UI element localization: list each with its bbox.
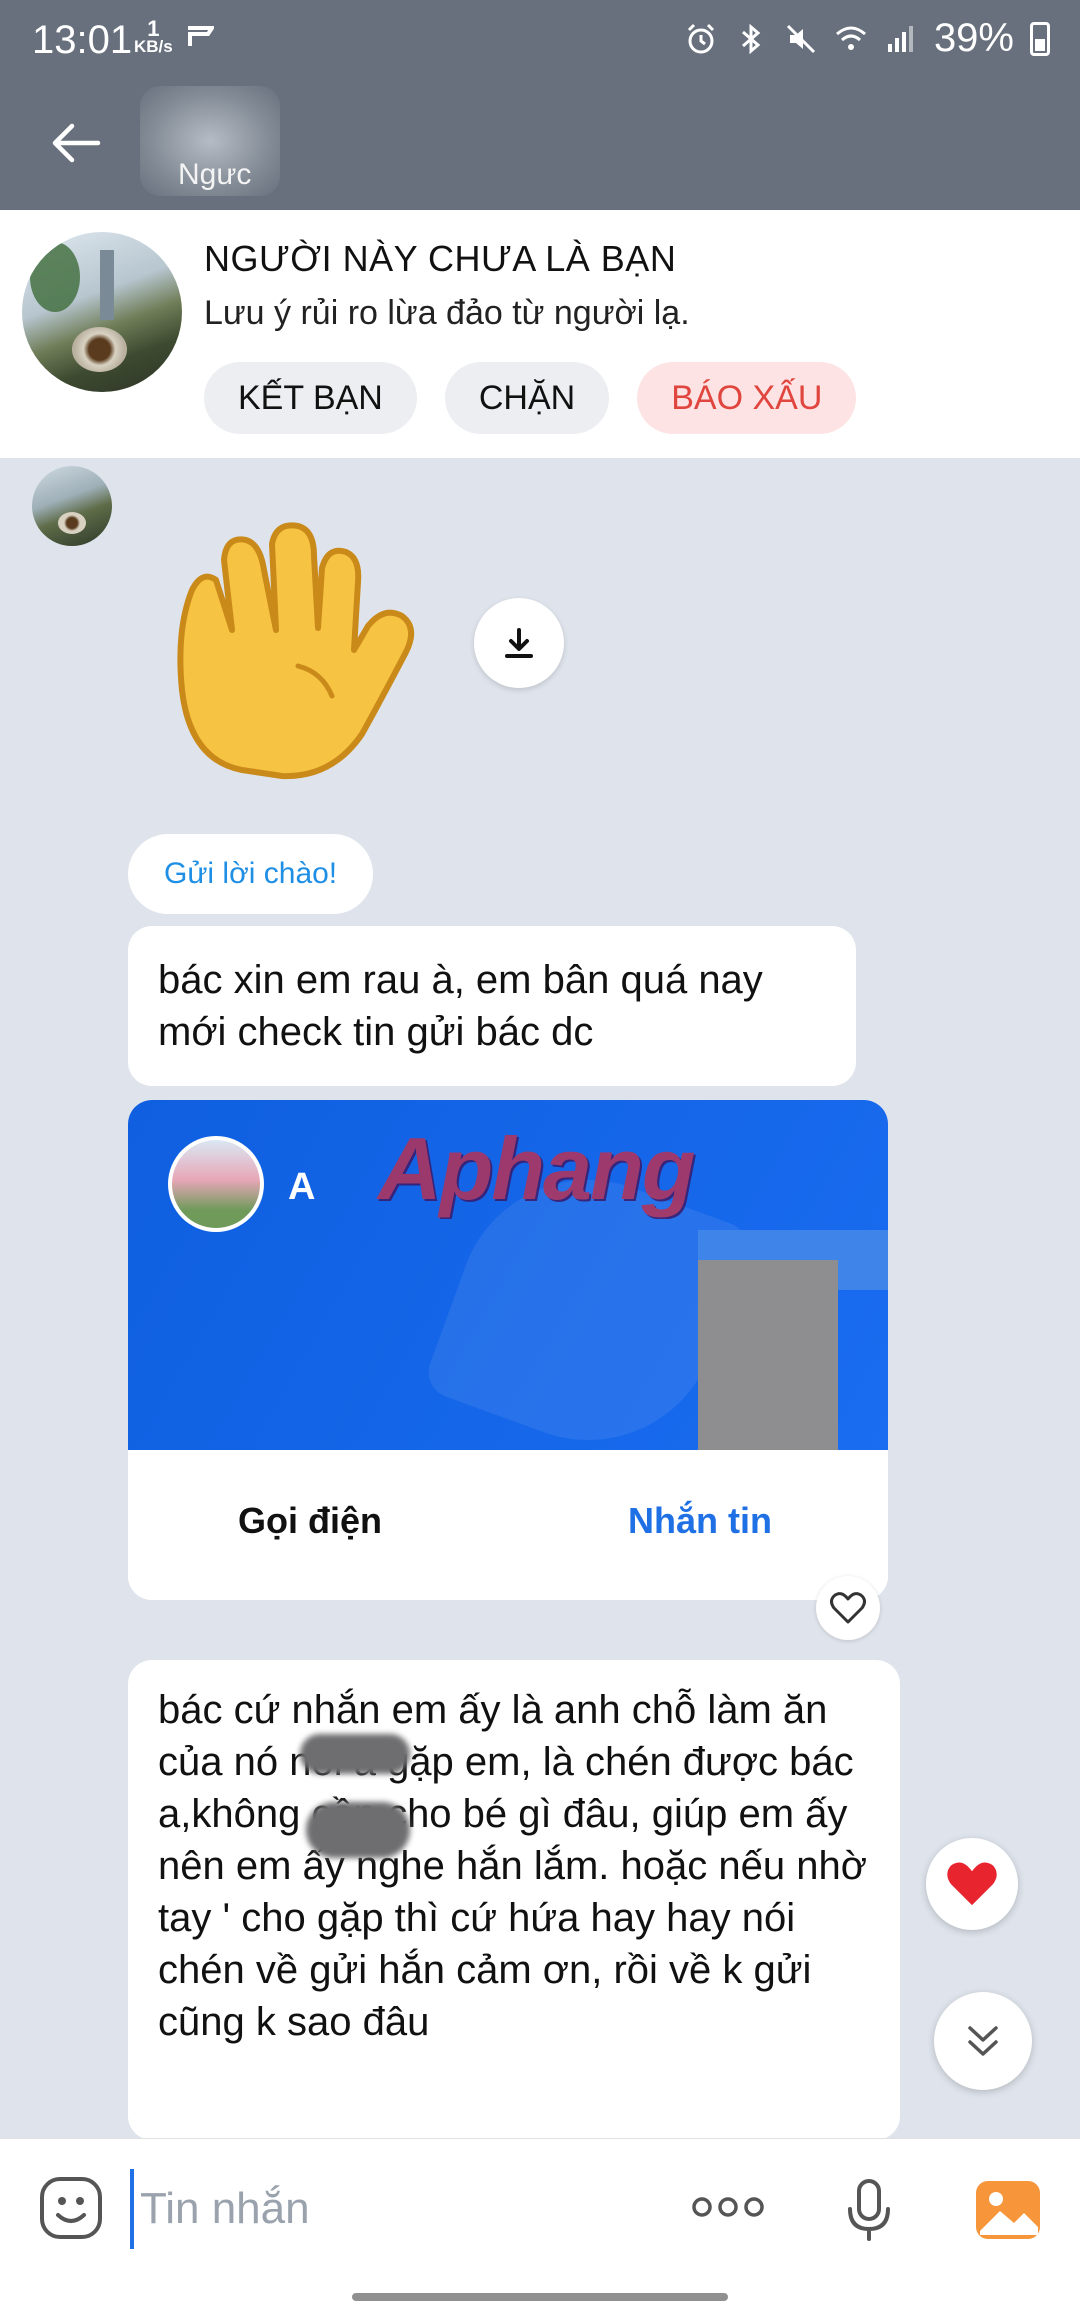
status-time: 13:01 xyxy=(32,18,133,62)
bluetooth-icon xyxy=(741,23,761,54)
heart-icon xyxy=(947,1862,997,1906)
banner-title: NGƯỜI NÀY CHƯA LÀ BẠN xyxy=(204,238,677,279)
heart-outline-icon xyxy=(830,1592,866,1624)
microphone-icon[interactable] xyxy=(846,2177,892,2243)
message-bubble[interactable]: bác xin em rau à, em bân quá nay mới che… xyxy=(128,926,856,1086)
download-icon xyxy=(505,628,533,658)
banner-subtitle: Lưu ý rủi ro lừa đảo từ người lạ. xyxy=(204,294,690,332)
contact-card-avatar xyxy=(168,1136,264,1232)
home-indicator[interactable] xyxy=(352,2293,728,2301)
contact-avatar[interactable] xyxy=(22,232,182,392)
network-speed: 1 KB/s xyxy=(134,16,173,56)
heart-reaction-button[interactable] xyxy=(926,1838,1018,1930)
add-friend-button[interactable]: KẾT BẠN xyxy=(204,362,417,434)
card-message-button[interactable]: Nhắn tin xyxy=(628,1500,772,1542)
stranger-warning-banner: NGƯỜI NÀY CHƯA LÀ BẠN Lưu ý rủi ro lừa đ… xyxy=(0,210,1080,458)
react-button[interactable] xyxy=(816,1576,880,1640)
message-input-bar xyxy=(0,2138,1080,2316)
message-input[interactable] xyxy=(130,2169,650,2249)
redaction-mark xyxy=(300,1734,410,1774)
wifi-icon xyxy=(835,26,866,50)
card-call-button[interactable]: Gọi điện xyxy=(238,1500,382,1542)
block-button[interactable]: CHẶN xyxy=(444,362,610,434)
send-greeting-button[interactable]: Gửi lời chào! xyxy=(128,834,374,914)
sender-avatar[interactable] xyxy=(32,466,112,546)
status-icons: 39% xyxy=(684,16,1050,61)
scroll-to-bottom-button[interactable] xyxy=(934,1992,1032,2090)
contact-name[interactable]: Ngưc xyxy=(178,158,251,192)
signal-icon xyxy=(887,25,913,52)
back-arrow-icon[interactable] xyxy=(46,118,106,168)
battery-icon xyxy=(1030,21,1050,56)
redaction-mark xyxy=(306,1802,410,1858)
message-bubble[interactable]: bác cứ nhắn em ấy là anh chỗ làm ăn của … xyxy=(128,1660,900,2140)
waving-hand-sticker[interactable] xyxy=(172,520,422,780)
double-chevron-down-icon xyxy=(968,2026,998,2056)
notification-flag-icon xyxy=(188,26,214,46)
watermark-logo: Aphang xyxy=(378,1119,696,1218)
contact-card-name: A xyxy=(288,1166,316,1208)
gallery-image-icon[interactable] xyxy=(974,2179,1042,2241)
battery-percent: 39% xyxy=(933,16,1014,60)
chat-header: Ngưc xyxy=(0,76,1080,210)
alarm-icon xyxy=(687,23,714,53)
download-sticker-button[interactable] xyxy=(474,598,564,688)
more-options-icon[interactable] xyxy=(690,2195,766,2219)
banner-actions: KẾT BẠN CHẶN BÁO XẤU xyxy=(204,362,857,434)
status-bar: 13:01 1 KB/s 39% xyxy=(0,0,1080,76)
emoji-sticker-icon[interactable] xyxy=(38,2175,104,2241)
report-button[interactable]: BÁO XẤU xyxy=(637,362,857,434)
mute-icon xyxy=(786,24,815,53)
message-list[interactable]: Gửi lời chào! bác xin em rau à, em bân q… xyxy=(0,458,1080,2140)
contact-card-message[interactable]: A Aphang Gọi điện Nhắn tin xyxy=(128,1100,888,1600)
